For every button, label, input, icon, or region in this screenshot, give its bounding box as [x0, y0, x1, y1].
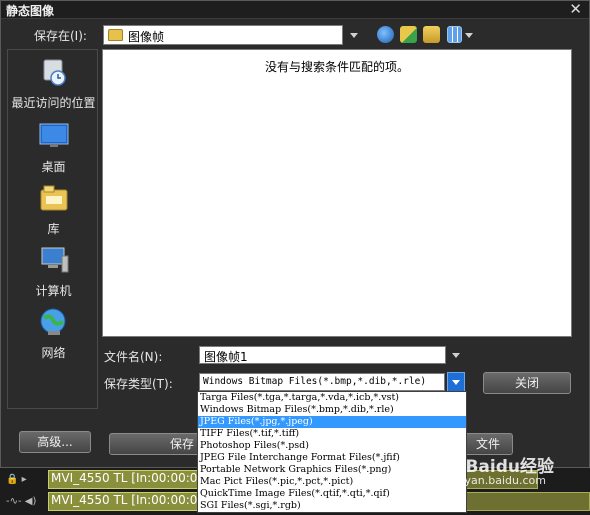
filetype-option[interactable]: QuickTime Image Files(*.qtif,*.qti,*.qif… [198, 488, 466, 500]
folder-icon [108, 29, 123, 41]
advanced-button[interactable]: 高级... [19, 431, 91, 453]
filetype-label: 保存类型(T): [104, 377, 173, 391]
recent-places-icon [38, 56, 70, 88]
place-label: 库 [47, 222, 60, 236]
place-library[interactable]: 库 [8, 182, 99, 237]
place-desktop[interactable]: 桌面 [8, 120, 99, 175]
view-menu-icon[interactable] [447, 26, 462, 43]
new-folder-icon[interactable] [423, 26, 440, 43]
library-icon [38, 182, 70, 214]
up-folder-icon[interactable] [400, 26, 417, 43]
filetype-option[interactable]: Photoshop Files(*.psd) [198, 440, 466, 452]
filetype-dropdown-button[interactable] [447, 372, 465, 392]
filetype-option[interactable]: JPEG Files(*.jpg,*.jpeg) [198, 416, 466, 428]
audio-wave-icon[interactable]: -∿- ◀) [6, 496, 36, 507]
close-icon[interactable]: ✕ [569, 0, 582, 18]
dialog-title: 静态图像 [6, 4, 55, 18]
filetype-option[interactable]: Targa Files(*.tga,*.targa,*.vda,*.icb,*.… [198, 392, 466, 404]
close-button[interactable]: 关闭 [483, 372, 571, 394]
save-in-label: 保存在(I): [34, 29, 87, 43]
filetype-option[interactable]: TIFF Files(*.tif,*.tiff) [198, 428, 466, 440]
filename-chevron-down-icon[interactable] [452, 353, 460, 358]
filetype-option[interactable]: JPEG File Interchange Format Files(*.jfi… [198, 452, 466, 464]
view-chevron-down-icon[interactable] [465, 33, 473, 38]
chevron-down-icon [452, 380, 460, 385]
file-list[interactable]: 没有与搜索条件匹配的项。 [102, 49, 572, 337]
place-label: 最近访问的位置 [11, 96, 96, 110]
desktop-icon [38, 120, 70, 152]
computer-icon [38, 244, 70, 276]
filetype-option[interactable]: Windows Bitmap Files(*.bmp,*.dib,*.rle) [198, 404, 466, 416]
save-in-value: 图像帧 [128, 30, 165, 44]
filetype-select[interactable]: Windows Bitmap Files(*.bmp,*.dib,*.rle) [199, 373, 445, 391]
empty-message: 没有与搜索条件匹配的项。 [264, 60, 409, 74]
place-computer[interactable]: 计算机 [8, 244, 99, 299]
back-icon[interactable] [377, 26, 394, 43]
watermark-url: jingyan.baidu.com [444, 474, 546, 487]
save-button[interactable]: 保存 [109, 433, 201, 455]
lock-icon[interactable]: 🔒 ▸ [6, 474, 27, 485]
filename-input[interactable]: 图像帧1 [199, 346, 446, 364]
save-in-dropdown[interactable]: 图像帧 [103, 25, 343, 45]
place-label: 网络 [41, 346, 66, 360]
filetype-option[interactable]: SGI Files(*.sgi,*.rgb) [198, 500, 466, 512]
place-label: 计算机 [35, 284, 72, 298]
filename-label: 文件名(N): [104, 350, 163, 364]
timeline-clip[interactable]: MVI_4550 TL [In:00:00:0 [48, 492, 198, 511]
place-network[interactable]: 网络 [8, 306, 99, 361]
place-recent[interactable]: 最近访问的位置 [8, 56, 99, 111]
places-bar: 最近访问的位置 桌面 库 计算机 网络 [7, 49, 98, 409]
title-bar[interactable]: 静态图像 ✕ [1, 0, 589, 19]
place-label: 桌面 [41, 160, 66, 174]
timeline-clip[interactable]: MVI_4550 TL [In:00:00:0 [48, 470, 198, 489]
chevron-down-icon[interactable] [350, 33, 358, 38]
filetype-option[interactable]: Mac Pict Files(*.pic,*.pct,*.pict) [198, 476, 466, 488]
network-icon [38, 306, 70, 338]
filetype-option[interactable]: Portable Network Graphics Files(*.png) [198, 464, 466, 476]
filetype-dropdown-list[interactable]: Targa Files(*.tga,*.targa,*.vda,*.icb,*.… [197, 391, 467, 513]
